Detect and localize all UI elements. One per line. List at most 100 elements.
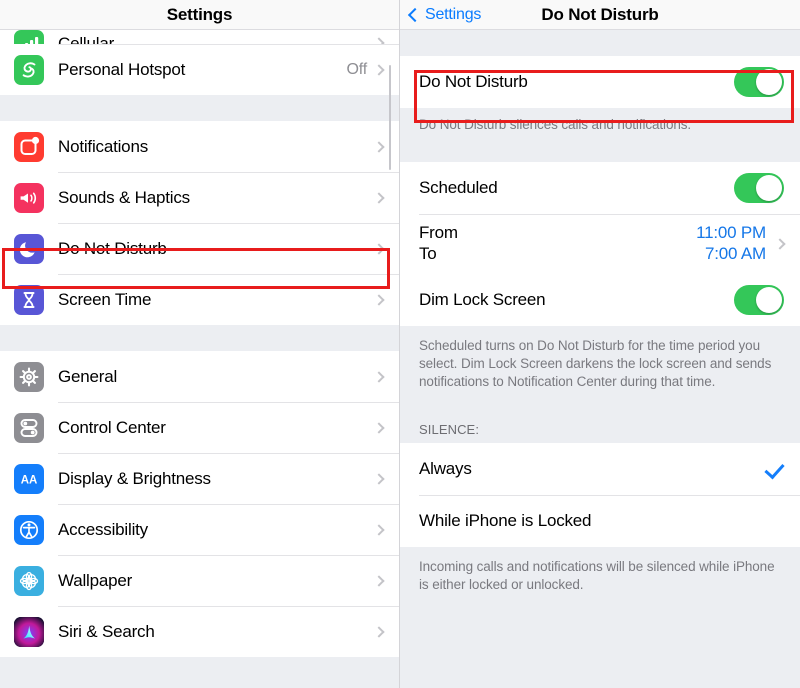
accessibility-icon (14, 514, 44, 545)
silence-description: Incoming calls and notifications will be… (400, 546, 800, 604)
scheduled-row[interactable]: Scheduled (400, 161, 800, 214)
dnd-navbar: Settings Do Not Disturb (400, 0, 800, 30)
to-label: To (419, 244, 437, 264)
do-not-disturb-row[interactable]: Do Not Disturb (400, 56, 800, 108)
cellular-icon (14, 30, 44, 44)
sidebar-item-label: Screen Time (58, 289, 152, 309)
from-to-values: 11:00 PM 7:00 AM (696, 223, 766, 264)
sidebar-item-label: Wallpaper (58, 570, 133, 590)
settings-group-notifications: Notifications Sounds & Haptics Do Not Di… (0, 121, 399, 325)
sidebar-item-label: Do Not Disturb (58, 238, 167, 258)
silence-section-header: SILENCE: (400, 414, 800, 443)
sidebar-item-notifications[interactable]: Notifications (0, 121, 399, 172)
silence-option-while-locked[interactable]: While iPhone is Locked (400, 494, 800, 547)
silence-option-label: While iPhone is Locked (419, 510, 592, 530)
back-button-label: Settings (425, 5, 482, 23)
do-not-disturb-label: Do Not Disturb (419, 72, 528, 91)
sidebar-item-display-brightness[interactable]: AA Display & Brightness (0, 453, 399, 504)
chevron-right-icon (373, 421, 385, 434)
do-not-disturb-toggle[interactable] (734, 67, 784, 97)
sidebar-item-label: Cellular (58, 34, 115, 44)
dim-lock-screen-label: Dim Lock Screen (419, 289, 546, 309)
sidebar-item-general[interactable]: General (0, 351, 399, 402)
settings-group-connectivity: Cellular Personal Hotspot Off (0, 30, 399, 95)
dnd-scroll-area[interactable]: Do Not Disturb Do Not Disturb silences c… (400, 30, 800, 688)
hotspot-icon (14, 54, 44, 85)
sidebar-item-label: Display & Brightness (58, 468, 211, 488)
toggle-knob (756, 286, 782, 313)
dnd-description: Do Not Disturb silences calls and notifi… (400, 108, 800, 144)
chevron-right-icon (373, 293, 385, 306)
sidebar-item-control-center[interactable]: Control Center (0, 402, 399, 453)
sidebar-item-do-not-disturb[interactable]: Do Not Disturb (0, 223, 399, 274)
sidebar-item-label: Siri & Search (58, 621, 155, 641)
silence-options-group: Always While iPhone is Locked (400, 442, 800, 547)
schedule-description: Scheduled turns on Do Not Disturb for th… (400, 325, 800, 403)
sidebar-item-sounds-haptics[interactable]: Sounds & Haptics (0, 172, 399, 223)
chevron-right-icon (373, 523, 385, 536)
do-not-disturb-icon (14, 233, 44, 264)
from-to-row[interactable]: From To 11:00 PM 7:00 AM (400, 213, 800, 274)
chevron-right-icon (373, 370, 385, 383)
silence-option-always[interactable]: Always (400, 442, 800, 495)
sidebar-item-wallpaper[interactable]: Wallpaper (0, 555, 399, 606)
chevron-right-icon (373, 625, 385, 638)
back-button[interactable]: Settings (407, 5, 482, 24)
silence-option-label: Always (419, 458, 472, 478)
dual-screenshot-composite: Settings Cellular Personal Hotspot Off N… (0, 0, 800, 688)
settings-scroll-area[interactable]: Cellular Personal Hotspot Off Notificati… (0, 30, 399, 688)
sidebar-item-screen-time[interactable]: Screen Time (0, 274, 399, 325)
checkmark-icon (764, 459, 784, 479)
chevron-right-icon (373, 472, 385, 485)
chevron-right-icon (373, 37, 385, 44)
sidebar-item-label: Control Center (58, 417, 166, 437)
sidebar-item-siri-search[interactable]: Siri & Search (0, 606, 399, 657)
scheduled-label: Scheduled (419, 177, 498, 197)
from-label: From (419, 223, 458, 243)
sidebar-item-cellular[interactable]: Cellular (0, 30, 399, 44)
group-separator (0, 95, 399, 121)
chevron-right-icon (373, 574, 385, 587)
chevron-right-icon (373, 140, 385, 153)
from-to-labels: From To (419, 223, 696, 264)
siri-search-icon (14, 616, 44, 647)
display-brightness-icon: AA (14, 463, 44, 494)
toggle-knob (756, 69, 782, 95)
sidebar-item-accessibility[interactable]: Accessibility (0, 504, 399, 555)
dim-lock-screen-row[interactable]: Dim Lock Screen (400, 273, 800, 326)
sidebar-item-label: Sounds & Haptics (58, 187, 190, 207)
svg-text:AA: AA (21, 474, 38, 486)
chevron-left-icon (407, 7, 423, 22)
group-separator (400, 143, 800, 162)
sidebar-item-label: Personal Hotspot (58, 59, 186, 79)
vertical-scrollbar[interactable] (388, 65, 391, 170)
page-title: Settings (166, 4, 233, 24)
settings-list-screen: Settings Cellular Personal Hotspot Off N… (0, 0, 400, 688)
sidebar-item-label: General (58, 366, 118, 386)
sounds-icon (14, 182, 44, 213)
sidebar-item-label: Accessibility (58, 519, 148, 539)
schedule-group: Scheduled From To 11:00 PM 7:00 AM Dim L… (400, 161, 800, 326)
do-not-disturb-screen: Settings Do Not Disturb Do Not Disturb D… (400, 0, 800, 688)
chevron-right-icon (373, 242, 385, 255)
dim-lock-screen-toggle[interactable] (734, 284, 784, 315)
chevron-right-icon (373, 191, 385, 204)
settings-navbar: Settings (0, 0, 399, 30)
chevron-right-icon (373, 63, 385, 76)
scheduled-toggle[interactable] (734, 172, 784, 203)
screen-time-icon (14, 284, 44, 315)
group-separator (0, 325, 399, 351)
chevron-right-icon (774, 238, 786, 250)
hotspot-status-value: Off (346, 60, 368, 78)
general-icon (14, 361, 44, 392)
wallpaper-icon (14, 565, 44, 596)
group-separator (400, 402, 800, 415)
sidebar-item-personal-hotspot[interactable]: Personal Hotspot Off (0, 44, 399, 95)
notifications-icon (14, 131, 44, 162)
from-time-value: 11:00 PM (696, 223, 766, 243)
settings-group-system: General Control Center AA Display & Brig… (0, 351, 399, 657)
toggle-knob (756, 174, 782, 201)
to-time-value: 7:00 AM (705, 244, 766, 264)
dnd-toggle-group: Do Not Disturb (400, 56, 800, 108)
group-separator (400, 30, 800, 56)
